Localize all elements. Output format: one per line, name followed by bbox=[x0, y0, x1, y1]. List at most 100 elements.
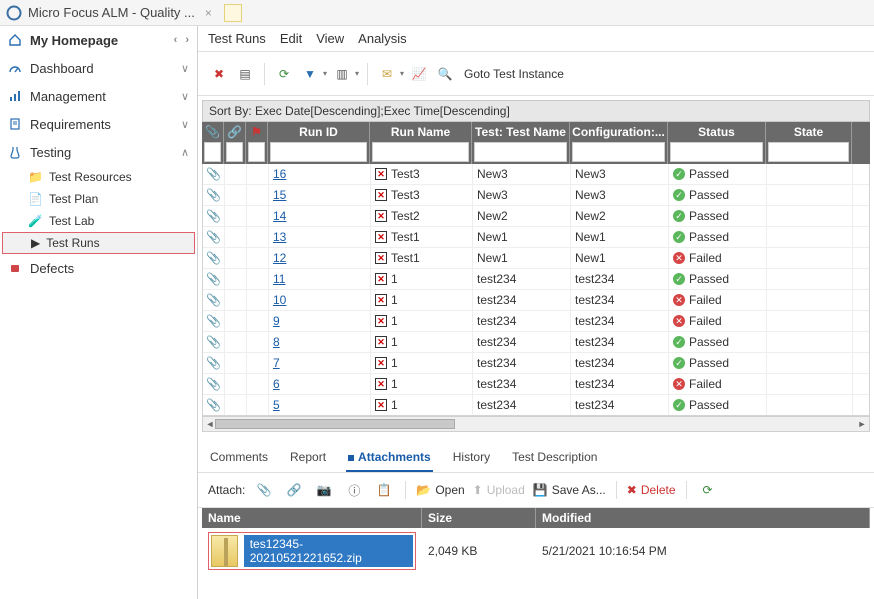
open-button[interactable]: 📂Open bbox=[416, 483, 464, 497]
goto-test-instance-button[interactable]: Goto Test Instance bbox=[464, 67, 564, 81]
expand-icon[interactable]: ∨ bbox=[181, 118, 189, 131]
column-run-name[interactable]: Run Name bbox=[370, 122, 471, 142]
analysis-icon[interactable]: 📈 bbox=[408, 63, 430, 85]
details-icon[interactable]: ▤ bbox=[234, 63, 256, 85]
attach-sysinfo-icon[interactable]: ⓘ bbox=[343, 479, 365, 501]
sidebar-child-test-lab[interactable]: 🧪Test Lab bbox=[0, 210, 197, 232]
sidebar-child-test-resources[interactable]: 📁Test Resources bbox=[0, 166, 197, 188]
dropdown-icon[interactable]: ▾ bbox=[323, 69, 327, 78]
attachment-icon[interactable]: 📎 bbox=[203, 164, 225, 184]
attachment-icon[interactable]: 📎 bbox=[203, 290, 225, 310]
attachment-icon[interactable]: 📎 bbox=[203, 374, 225, 394]
filter-input[interactable] bbox=[248, 142, 265, 162]
filter-input[interactable] bbox=[474, 142, 567, 162]
table-row[interactable]: 📎11✕1test234test234✓Passed bbox=[203, 269, 869, 290]
menu-analysis[interactable]: Analysis bbox=[358, 31, 406, 46]
menu-view[interactable]: View bbox=[316, 31, 344, 46]
attachment-icon[interactable]: 📎 bbox=[203, 332, 225, 352]
menu-edit[interactable]: Edit bbox=[280, 31, 302, 46]
filter-input[interactable] bbox=[204, 142, 221, 162]
attachment-icon[interactable]: 📎 bbox=[203, 395, 225, 415]
run-id-link[interactable]: 7 bbox=[273, 356, 280, 370]
run-id-link[interactable]: 12 bbox=[273, 251, 286, 265]
col-modified[interactable]: Modified bbox=[536, 508, 870, 528]
table-row[interactable]: 📎14✕Test2New2New2✓Passed bbox=[203, 206, 869, 227]
tab-attachments[interactable]: Attachments bbox=[346, 446, 433, 472]
filter-input[interactable] bbox=[572, 142, 665, 162]
delete-button[interactable]: ✖Delete bbox=[627, 483, 676, 497]
table-row[interactable]: 📎13✕Test1New1New1✓Passed bbox=[203, 227, 869, 248]
save-as-button[interactable]: 💾Save As... bbox=[533, 483, 606, 497]
column-configuration[interactable]: Configuration:... bbox=[570, 122, 667, 142]
run-id-link[interactable]: 14 bbox=[273, 209, 286, 223]
column-test-name[interactable]: Test: Test Name bbox=[472, 122, 569, 142]
chevron-left-icon[interactable]: ‹ bbox=[174, 34, 178, 46]
attachment-icon[interactable]: 📎 bbox=[203, 185, 225, 205]
menu-test-runs[interactable]: Test Runs bbox=[208, 31, 266, 46]
run-id-link[interactable]: 13 bbox=[273, 230, 286, 244]
text-search-icon[interactable]: 🔍 bbox=[434, 63, 456, 85]
table-row[interactable]: 📎6✕1test234test234✕Failed bbox=[203, 374, 869, 395]
filter-input[interactable] bbox=[670, 142, 763, 162]
attach-file-icon[interactable]: 📎 bbox=[253, 479, 275, 501]
attachment-icon[interactable]: 📎 bbox=[203, 227, 225, 247]
run-id-link[interactable]: 6 bbox=[273, 377, 280, 391]
col-name[interactable]: Name bbox=[202, 508, 422, 528]
horizontal-scrollbar[interactable]: ◄ ► bbox=[202, 416, 870, 432]
attachment-row[interactable]: tes12345-20210521221652.zip 2,049 KB 5/2… bbox=[202, 530, 870, 572]
run-id-link[interactable]: 5 bbox=[273, 398, 280, 412]
attach-url-icon[interactable]: 🔗 bbox=[283, 479, 305, 501]
table-row[interactable]: 📎5✕1test234test234✓Passed bbox=[203, 395, 869, 416]
table-row[interactable]: 📎16✕Test3New3New3✓Passed bbox=[203, 164, 869, 185]
upload-button[interactable]: ⬆Upload bbox=[473, 483, 525, 497]
tab-history[interactable]: History bbox=[451, 446, 492, 472]
table-row[interactable]: 📎8✕1test234test234✓Passed bbox=[203, 332, 869, 353]
attach-snapshot-icon[interactable]: 📷 bbox=[313, 479, 335, 501]
attachment-icon[interactable]: 📎 bbox=[203, 206, 225, 226]
chevron-right-icon[interactable]: › bbox=[185, 34, 189, 46]
sidebar-item-testing[interactable]: Testing∧ bbox=[0, 138, 197, 166]
sidebar-item-dashboard[interactable]: Dashboard∨ bbox=[0, 54, 197, 82]
column-state[interactable]: State bbox=[766, 122, 851, 142]
filter-input[interactable] bbox=[372, 142, 469, 162]
table-row[interactable]: 📎15✕Test3New3New3✓Passed bbox=[203, 185, 869, 206]
sidebar-home[interactable]: My Homepage ‹ › bbox=[0, 26, 197, 54]
sidebar-item-requirements[interactable]: Requirements∨ bbox=[0, 110, 197, 138]
attachment-icon[interactable]: 📎 bbox=[203, 269, 225, 289]
run-id-link[interactable]: 8 bbox=[273, 335, 280, 349]
tab-report[interactable]: Report bbox=[288, 446, 328, 472]
table-row[interactable]: 📎10✕1test234test234✕Failed bbox=[203, 290, 869, 311]
run-id-link[interactable]: 10 bbox=[273, 293, 286, 307]
expand-icon[interactable]: ∨ bbox=[181, 90, 189, 103]
scroll-right-icon[interactable]: ► bbox=[855, 417, 869, 431]
column-run-id[interactable]: Run ID bbox=[268, 122, 369, 142]
flag-column-icon[interactable]: ⚑ bbox=[246, 122, 267, 142]
run-id-link[interactable]: 15 bbox=[273, 188, 286, 202]
filter-input[interactable] bbox=[768, 142, 849, 162]
sidebar-item-management[interactable]: Management∨ bbox=[0, 82, 197, 110]
tab-close-icon[interactable]: × bbox=[205, 6, 212, 20]
sidebar-child-test-runs[interactable]: ▶Test Runs bbox=[2, 232, 195, 254]
filter-input[interactable] bbox=[226, 142, 243, 162]
tab-comments[interactable]: Comments bbox=[208, 446, 270, 472]
col-size[interactable]: Size bbox=[422, 508, 536, 528]
tab-test-description[interactable]: Test Description bbox=[510, 446, 599, 472]
expand-icon[interactable]: ∨ bbox=[181, 62, 189, 75]
attachment-column-icon[interactable]: 📎 bbox=[202, 122, 223, 142]
attachment-icon[interactable]: 📎 bbox=[203, 311, 225, 331]
table-row[interactable]: 📎7✕1test234test234✓Passed bbox=[203, 353, 869, 374]
linked-column-icon[interactable]: 🔗 bbox=[224, 122, 245, 142]
delete-icon[interactable]: ✖ bbox=[208, 63, 230, 85]
filter-icon[interactable]: ▼ bbox=[299, 63, 321, 85]
table-row[interactable]: 📎9✕1test234test234✕Failed bbox=[203, 311, 869, 332]
sidebar-child-test-plan[interactable]: 📄Test Plan bbox=[0, 188, 197, 210]
refresh-icon[interactable]: ⟳ bbox=[697, 479, 719, 501]
new-tab-button[interactable] bbox=[224, 4, 242, 22]
attachment-file[interactable]: tes12345-20210521221652.zip bbox=[208, 532, 416, 570]
attach-clipboard-icon[interactable]: 📋 bbox=[373, 479, 395, 501]
table-row[interactable]: 📎12✕Test1New1New1✕Failed bbox=[203, 248, 869, 269]
sidebar-item-defects[interactable]: Defects bbox=[0, 254, 197, 282]
mail-icon[interactable]: ✉ bbox=[376, 63, 398, 85]
run-id-link[interactable]: 11 bbox=[273, 272, 285, 286]
columns-icon[interactable]: ▥ bbox=[331, 63, 353, 85]
